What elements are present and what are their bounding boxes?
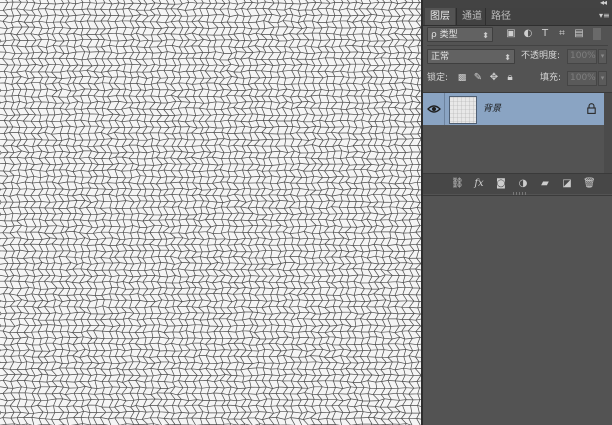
smart-object-filter-icon[interactable]: ▤ [573, 28, 585, 40]
fill-label: 填充: [540, 73, 562, 83]
filter-toggle-icon[interactable] [593, 28, 601, 40]
lock-transparent-icon[interactable]: ▩ [456, 72, 468, 84]
link-icon[interactable]: ⛓ [451, 178, 464, 190]
new-layer-icon[interactable]: ◪ [561, 178, 573, 190]
eye-icon[interactable] [427, 103, 441, 115]
lock-label: 锁定: [427, 73, 449, 83]
folder-icon[interactable]: ▰ [539, 178, 551, 190]
lock-position-icon[interactable]: ✥ [488, 72, 500, 84]
fill-input[interactable]: 100% [567, 71, 597, 86]
lock-icon [587, 103, 596, 114]
blend-mode-label: 正常 [431, 52, 450, 62]
layers-list: 背景 [423, 92, 612, 174]
shape-filter-icon[interactable]: ⌗ [556, 28, 568, 40]
type-filter-icon[interactable]: T [539, 28, 551, 40]
stained-glass-texture [0, 0, 421, 425]
image-filter-icon[interactable]: ▣ [505, 28, 517, 40]
updown-caret-icon: ⬍ [482, 31, 489, 40]
tab-layers[interactable]: 图层 [425, 8, 455, 25]
opacity-dropdown[interactable]: ▾ [598, 49, 607, 64]
double-chevron-right-icon[interactable]: ◂◂ [600, 0, 607, 8]
layers-scrollbar[interactable] [604, 93, 612, 174]
trash-icon[interactable]: 🗑︎ [583, 178, 596, 190]
filter-kind-select[interactable]: ρ 类型 ⬍ [427, 27, 493, 42]
layers-panel: ◂◂ 图层 通道 路径 ▾≡ ρ 类型 ⬍ ▣ ◐ T ⌗ ▤ 正常 ⬍ 不透明… [423, 0, 612, 196]
blend-row: 正常 ⬍ 不透明度: 100% ▾ [427, 49, 608, 64]
layer-row[interactable]: 背景 [423, 93, 604, 125]
layers-bottom-bar: ⛓ fx ◙ ◑ ▰ ◪ 🗑︎ [423, 173, 612, 194]
fill-dropdown[interactable]: ▾ [598, 71, 607, 86]
panel-menu-icon[interactable]: ▾≡ [599, 11, 610, 20]
lock-row: 锁定: ▩ ✎ ✥ 🔒︎ 填充: 100% ▾ [427, 71, 608, 86]
tab-channels[interactable]: 通道 [456, 8, 487, 25]
filter-row: ρ 类型 ⬍ ▣ ◐ T ⌗ ▤ [427, 27, 608, 42]
panel-border [423, 195, 612, 196]
updown-caret-icon: ⬍ [504, 53, 511, 62]
adjustment-icon[interactable]: ◑ [517, 178, 529, 190]
lock-image-icon[interactable]: ✎ [472, 72, 484, 84]
layer-divider [444, 93, 445, 125]
opacity-input[interactable]: 100% [567, 49, 597, 64]
panel-title-bar: ◂◂ [423, 0, 612, 8]
layer-name[interactable]: 背景 [483, 93, 501, 125]
panel-tabs: 图层 通道 路径 [423, 8, 612, 26]
blend-mode-select[interactable]: 正常 ⬍ [427, 49, 515, 64]
layer-thumbnail [449, 96, 477, 124]
adjustment-filter-icon[interactable]: ◐ [522, 28, 534, 40]
divider [427, 45, 608, 46]
fx-icon[interactable]: fx [473, 178, 485, 190]
mask-icon[interactable]: ◙ [495, 178, 507, 190]
document-canvas[interactable] [0, 0, 421, 425]
opacity-label: 不透明度: [521, 51, 561, 61]
lock-all-icon[interactable]: 🔒︎ [504, 72, 516, 84]
filter-kind-label: ρ 类型 [431, 30, 458, 40]
tab-paths[interactable]: 路径 [485, 8, 516, 25]
